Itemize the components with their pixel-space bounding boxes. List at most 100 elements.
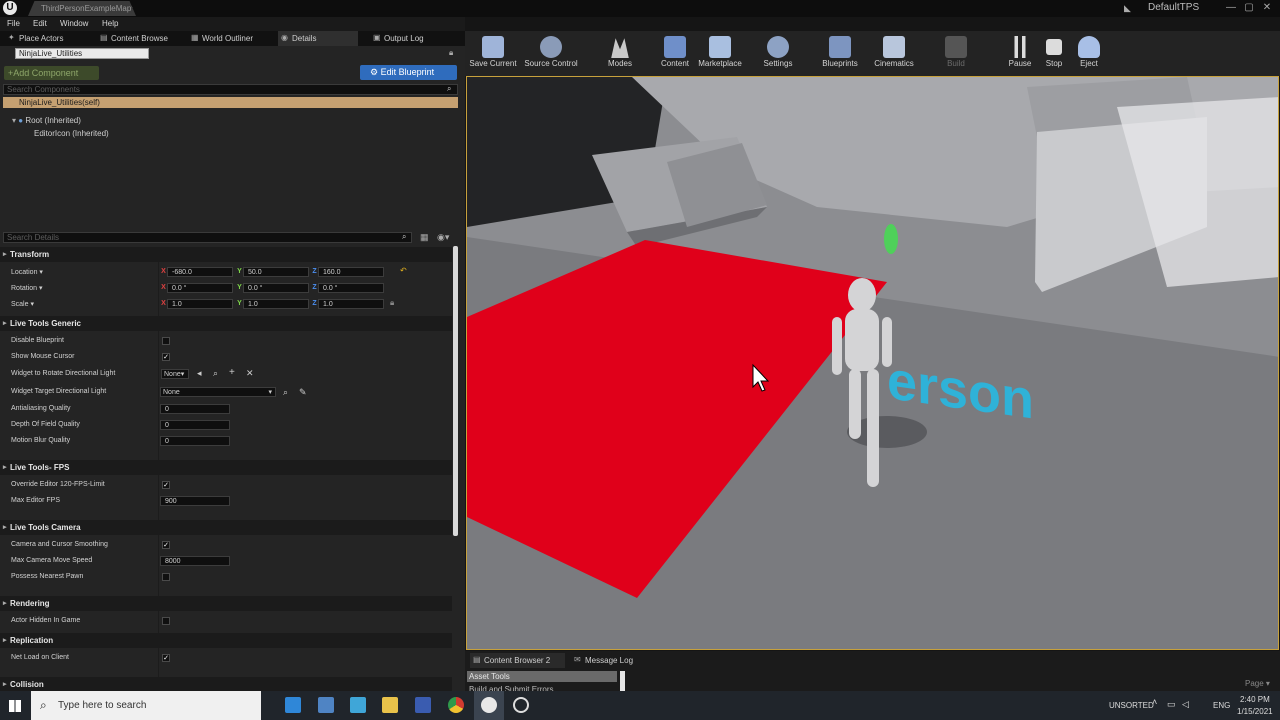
disable-blueprint-checkbox[interactable] bbox=[162, 337, 170, 345]
clear-icon[interactable]: ✕ bbox=[246, 368, 254, 379]
eye-icon[interactable]: ◉▾ bbox=[437, 232, 449, 243]
level-viewport[interactable]: erson bbox=[466, 76, 1279, 650]
cinematics-button[interactable]: Cinematics bbox=[866, 34, 922, 74]
move-speed-field[interactable]: 8000 bbox=[160, 556, 230, 566]
blueprints-button[interactable]: Blueprints bbox=[812, 34, 868, 74]
volume-icon[interactable]: ◁ bbox=[1182, 699, 1189, 710]
asset-tools-row[interactable]: Asset Tools bbox=[467, 671, 617, 682]
add-component-button[interactable]: +Add Component bbox=[4, 66, 99, 80]
scale-x-field[interactable]: 1.0 bbox=[167, 299, 233, 309]
notification-icon[interactable]: ◣ bbox=[1124, 3, 1134, 13]
component-root-row[interactable]: ▾ ● Root (Inherited) bbox=[12, 116, 81, 125]
source-control-button[interactable]: Source Control bbox=[523, 34, 579, 74]
hidden-in-game-checkbox[interactable] bbox=[162, 617, 170, 625]
rotation-y-field[interactable]: 0.0 ° bbox=[243, 283, 309, 293]
build-button[interactable]: Build bbox=[928, 34, 984, 74]
network-icon[interactable]: ▭ bbox=[1167, 699, 1176, 710]
details-scrollbar[interactable] bbox=[453, 246, 458, 536]
component-editoricon-row[interactable]: EditorIcon (Inherited) bbox=[34, 129, 109, 138]
save-current-button[interactable]: Save Current bbox=[465, 34, 521, 74]
menu-window[interactable]: Window bbox=[60, 18, 88, 30]
edit-blueprint-button[interactable]: ⚙ Edit Blueprint bbox=[360, 65, 457, 80]
dof-field[interactable]: 0 bbox=[160, 420, 230, 430]
search-components-input[interactable]: Search Components bbox=[3, 84, 458, 95]
reset-arrow-icon[interactable]: ↶ bbox=[400, 266, 407, 275]
widget-target-dropdown[interactable]: None ▾ bbox=[160, 387, 276, 397]
calculator-icon[interactable] bbox=[318, 697, 334, 713]
task-view-icon[interactable] bbox=[285, 697, 301, 713]
view-options-icon[interactable]: ▦ bbox=[420, 232, 429, 243]
minimize-icon[interactable]: — bbox=[1222, 1, 1240, 15]
tray-chevron-icon[interactable]: ˄ bbox=[1152, 697, 1157, 707]
tab-content-browser[interactable]: ▤ Content Browse bbox=[97, 31, 187, 46]
menu-edit[interactable]: Edit bbox=[33, 18, 47, 30]
rotation-label[interactable]: Rotation ▾ bbox=[11, 284, 43, 292]
max-fps-field[interactable]: 900 bbox=[160, 496, 230, 506]
lock-icon[interactable]: 🔒︎ bbox=[449, 48, 453, 58]
axis-x: X bbox=[161, 268, 166, 275]
arrow-left-icon[interactable]: ◂ bbox=[197, 368, 202, 379]
clock-date[interactable]: 1/15/2021 bbox=[1237, 707, 1273, 716]
scale-z-field[interactable]: 1.0 bbox=[318, 299, 384, 309]
show-mouse-cursor-checkbox[interactable]: ✓ bbox=[162, 353, 170, 361]
settings-button[interactable]: Settings bbox=[750, 34, 806, 74]
modes-button[interactable]: Modes bbox=[592, 34, 648, 74]
maximize-icon[interactable]: ▢ bbox=[1240, 1, 1258, 15]
scale-lock-icon[interactable]: 🔒︎ bbox=[390, 298, 394, 308]
possess-checkbox[interactable] bbox=[162, 573, 170, 581]
windows-start-icon[interactable] bbox=[9, 700, 21, 712]
tab-place-actors[interactable]: ✦ Place Actors bbox=[5, 31, 97, 46]
eject-button[interactable]: Eject bbox=[1061, 34, 1117, 74]
language-label[interactable]: ENG bbox=[1213, 701, 1230, 710]
location-y-field[interactable]: 50.0 bbox=[243, 267, 309, 277]
widget-rotate-dropdown[interactable]: None▾ bbox=[161, 369, 189, 379]
tab-details[interactable]: ◉ Details bbox=[278, 31, 358, 46]
unsorted-label[interactable]: UNSORTED bbox=[1109, 701, 1154, 710]
rotation-x-field[interactable]: 0.0 ° bbox=[167, 283, 233, 293]
save-app-icon[interactable] bbox=[415, 697, 431, 713]
clock-time[interactable]: 2:40 PM bbox=[1240, 695, 1270, 704]
location-z-field[interactable]: 160.0 bbox=[318, 267, 384, 277]
tab-world-outliner[interactable]: ▦ World Outliner bbox=[188, 31, 276, 46]
scale-y-field[interactable]: 1.0 bbox=[243, 299, 309, 309]
unreal-engine-icon[interactable] bbox=[481, 697, 497, 713]
rotation-z-field[interactable]: 0.0 ° bbox=[318, 283, 384, 293]
tab-output-log[interactable]: ▣ Output Log bbox=[370, 31, 458, 46]
location-x-field[interactable]: -680.0 bbox=[167, 267, 233, 277]
category-live-tools-fps[interactable]: Live Tools- FPS bbox=[0, 460, 452, 475]
build-submit-row[interactable]: Build and Submit Errors bbox=[467, 683, 617, 691]
motion-blur-field[interactable]: 0 bbox=[160, 436, 230, 446]
category-live-tools-generic[interactable]: Live Tools Generic bbox=[0, 316, 452, 331]
component-self-row[interactable]: NinjaLive_Utilities(self) bbox=[3, 97, 458, 108]
location-label[interactable]: Location ▾ bbox=[11, 268, 43, 276]
file-explorer-icon[interactable] bbox=[382, 697, 398, 713]
category-transform[interactable]: Transform bbox=[0, 247, 452, 262]
bottom-scrollbar[interactable] bbox=[620, 671, 625, 691]
document-tab[interactable]: ThirdPersonExampleMap* bbox=[28, 1, 136, 16]
picker-icon[interactable]: ✎ bbox=[299, 387, 307, 398]
unity-hub-icon[interactable] bbox=[513, 697, 529, 713]
browse-icon[interactable]: ⌕ bbox=[283, 387, 288, 398]
menu-help[interactable]: Help bbox=[102, 18, 118, 30]
net-load-checkbox[interactable]: ✓ bbox=[162, 654, 170, 662]
tab-message-log[interactable]: ✉ Message Log bbox=[571, 653, 661, 668]
category-live-tools-camera[interactable]: Live Tools Camera bbox=[0, 520, 452, 535]
override-fps-checkbox[interactable]: ✓ bbox=[162, 481, 170, 489]
marketplace-button[interactable]: Marketplace bbox=[692, 34, 748, 74]
category-replication[interactable]: Replication bbox=[0, 633, 452, 648]
menu-file[interactable]: File bbox=[7, 18, 20, 30]
smoothing-checkbox[interactable]: ✓ bbox=[162, 541, 170, 549]
scale-label[interactable]: Scale ▾ bbox=[11, 300, 34, 308]
browse-icon[interactable]: ⌕ bbox=[213, 368, 218, 379]
category-collision[interactable]: Collision bbox=[0, 677, 452, 692]
add-icon[interactable]: + bbox=[229, 367, 235, 378]
close-icon[interactable]: ✕ bbox=[1258, 1, 1276, 15]
search-details-input[interactable]: Search Details bbox=[3, 232, 412, 243]
chrome-icon[interactable] bbox=[448, 697, 464, 713]
category-rendering[interactable]: Rendering bbox=[0, 596, 452, 611]
vscode-icon[interactable] bbox=[350, 697, 366, 713]
tab-content-browser-2[interactable]: ▤ Content Browser 2 bbox=[470, 653, 565, 668]
panel-tab-row: ✦ Place Actors ▤ Content Browse ▦ World Out… bbox=[0, 31, 465, 46]
actor-name-field[interactable]: NinjaLive_Utilities bbox=[15, 48, 149, 59]
antialiasing-field[interactable]: 0 bbox=[160, 404, 230, 414]
